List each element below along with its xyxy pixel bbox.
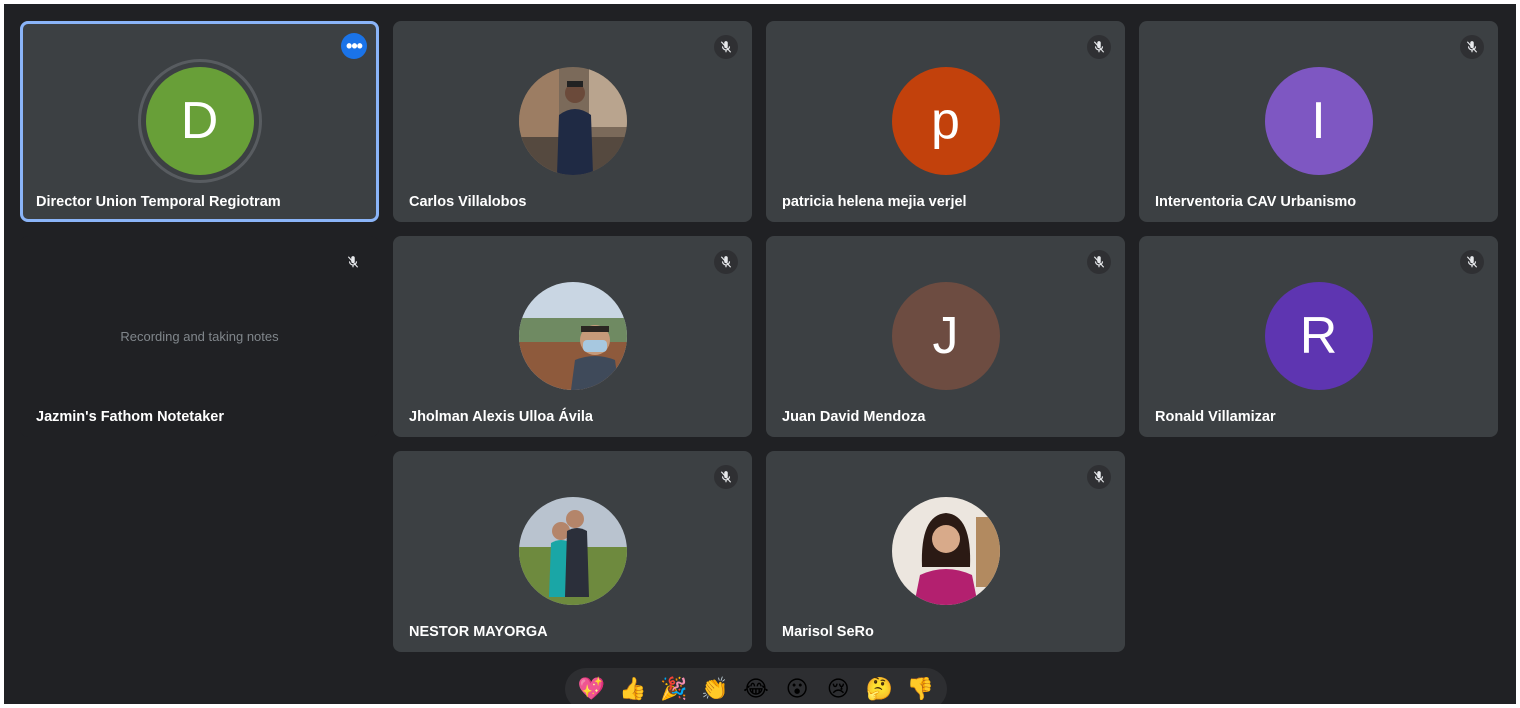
more-options-icon[interactable]: ••• xyxy=(341,33,367,59)
participant-tile-jholman[interactable]: Jholman Alexis Ulloa Ávila xyxy=(393,236,752,437)
participant-name: Director Union Temporal Regiotram xyxy=(36,194,281,210)
participant-name: Carlos Villalobos xyxy=(409,194,527,210)
heart-reaction-icon[interactable]: 💖 xyxy=(578,675,606,703)
mic-off-icon xyxy=(714,465,738,489)
participant-tile-notetaker[interactable]: Recording and taking notes Jazmin's Fath… xyxy=(20,236,379,437)
avatar-photo xyxy=(518,67,627,175)
photo-man-mask xyxy=(518,282,627,390)
avatar-photo xyxy=(891,497,1000,605)
avatar: D xyxy=(145,67,254,175)
mic-off-icon xyxy=(714,35,738,59)
mic-off-icon xyxy=(1087,35,1111,59)
photo-woman-portrait xyxy=(891,497,1000,605)
participant-name: NESTOR MAYORGA xyxy=(409,624,548,640)
participant-tile-juan[interactable]: J Juan David Mendoza xyxy=(766,236,1125,437)
participant-tile-interventoria[interactable]: I Interventoria CAV Urbanismo xyxy=(1139,21,1498,222)
reactions-bar: 💖 👍 🎉 👏 😂 😮 😢 🤔 👎 xyxy=(565,668,947,704)
avatar: R xyxy=(1264,282,1373,390)
mic-off-icon xyxy=(1460,35,1484,59)
participant-tile-patricia[interactable]: p patricia helena mejia verjel xyxy=(766,21,1125,222)
mic-off-icon xyxy=(1087,250,1111,274)
participant-name: Ronald Villamizar xyxy=(1155,409,1276,425)
avatar-photo xyxy=(518,282,627,390)
party-popper-reaction-icon[interactable]: 🎉 xyxy=(660,675,688,703)
avatar: J xyxy=(891,282,1000,390)
participant-tile-director[interactable]: D ••• Director Union Temporal Regiotram xyxy=(20,21,379,222)
participant-name: Marisol SeRo xyxy=(782,624,874,640)
photo-man-jacket xyxy=(518,67,627,175)
participant-name: Interventoria CAV Urbanismo xyxy=(1155,194,1357,210)
mic-off-icon xyxy=(1087,465,1111,489)
participant-tile-marisol[interactable]: Marisol SeRo xyxy=(766,451,1125,652)
participant-name: Jholman Alexis Ulloa Ávila xyxy=(409,409,593,425)
participant-name: patricia helena mejia verjel xyxy=(782,194,967,210)
avatar: p xyxy=(891,67,1000,175)
mic-off-icon xyxy=(341,250,365,274)
participant-tile-nestor[interactable]: NESTOR MAYORGA xyxy=(393,451,752,652)
recording-status: Recording and taking notes xyxy=(120,329,279,344)
participant-tile-ronald[interactable]: R Ronald Villamizar xyxy=(1139,236,1498,437)
thumbs-down-reaction-icon[interactable]: 👎 xyxy=(906,675,934,703)
surprised-reaction-icon[interactable]: 😮 xyxy=(783,675,811,703)
mic-off-icon xyxy=(714,250,738,274)
thumbs-up-reaction-icon[interactable]: 👍 xyxy=(619,675,647,703)
avatar-photo xyxy=(518,497,627,605)
avatar: I xyxy=(1264,67,1373,175)
mic-off-icon xyxy=(1460,250,1484,274)
crying-reaction-icon[interactable]: 😢 xyxy=(824,675,852,703)
thinking-reaction-icon[interactable]: 🤔 xyxy=(865,675,893,703)
clapping-reaction-icon[interactable]: 👏 xyxy=(701,675,729,703)
meeting-stage: D ••• Director Union Temporal Regiotram … xyxy=(4,4,1516,704)
photo-couple-field xyxy=(518,497,627,605)
participant-name: Jazmin's Fathom Notetaker xyxy=(36,409,224,425)
participant-name: Juan David Mendoza xyxy=(782,409,926,425)
participant-tile-carlos[interactable]: Carlos Villalobos xyxy=(393,21,752,222)
laughing-reaction-icon[interactable]: 😂 xyxy=(742,675,770,703)
